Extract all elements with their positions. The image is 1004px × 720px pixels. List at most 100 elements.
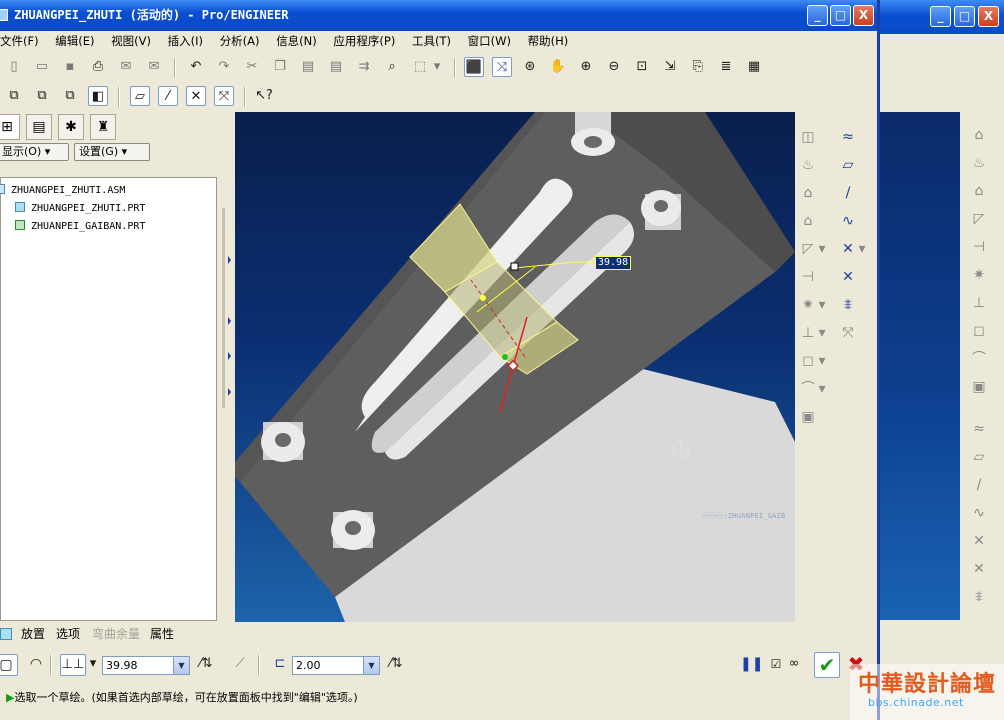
depth-option-icon[interactable]: ⊥⊥ bbox=[60, 654, 86, 676]
sketch-tool-icon[interactable]: ≈ bbox=[837, 126, 859, 148]
datum-planes-icon[interactable]: ▱ bbox=[130, 86, 150, 106]
flip-thickness-icon[interactable]: ⁄⇅ bbox=[386, 654, 406, 674]
layers-icon[interactable]: ≣ bbox=[716, 57, 736, 77]
zoom-in-icon[interactable]: ⊕ bbox=[576, 57, 596, 77]
chevron-down-icon[interactable]: ▼ bbox=[363, 657, 379, 674]
cut-icon[interactable]: ✂ bbox=[242, 57, 262, 77]
menu-file[interactable]: 文件(F) bbox=[0, 34, 39, 48]
spin-center-icon[interactable]: ⤨ bbox=[492, 57, 512, 77]
chevron-down-icon[interactable]: ▾ bbox=[817, 378, 827, 400]
remove-material-icon[interactable]: ⟋ bbox=[230, 654, 250, 674]
maximize-button[interactable]: □ bbox=[830, 5, 851, 26]
chevron-down-icon[interactable]: ▾ bbox=[432, 57, 442, 77]
unbend-icon[interactable]: ◸ bbox=[797, 238, 819, 260]
bg-tool-icon[interactable]: ⊥ bbox=[968, 292, 990, 314]
datum-axis-icon[interactable]: / bbox=[837, 182, 859, 204]
tab-options[interactable]: 选项 bbox=[56, 623, 80, 645]
bg-tool-icon[interactable]: ⊣ bbox=[968, 236, 990, 258]
analysis-icon[interactable]: ⩨ bbox=[837, 294, 859, 316]
refit-icon[interactable]: ⬛ bbox=[464, 57, 484, 77]
redo-icon[interactable]: ↷ bbox=[214, 57, 234, 77]
graphics-viewport[interactable]: 39.98 ㊀㊀㊀:ZHUANPEI_GAIB bbox=[235, 112, 795, 622]
copy-icon[interactable]: ❐ bbox=[270, 57, 290, 77]
tree-item-part[interactable]: ZHUANGPEI_ZHUTI.PRT bbox=[15, 201, 145, 217]
surface-type-icon[interactable]: ◠ bbox=[26, 654, 46, 674]
datum-plane-icon[interactable]: ▱ bbox=[837, 154, 859, 176]
show-dropdown[interactable]: 显示(O) ▾ bbox=[0, 143, 69, 161]
convert-icon[interactable]: ▣ bbox=[797, 406, 819, 428]
chevron-down-icon[interactable]: ▾ bbox=[88, 654, 98, 674]
flip-direction-icon[interactable]: ⁄⇅ bbox=[196, 654, 216, 674]
menu-edit[interactable]: 编辑(E) bbox=[55, 34, 94, 48]
datum-axes-icon[interactable]: ⁄ bbox=[158, 86, 178, 106]
bg-tool-icon[interactable]: ∿ bbox=[968, 502, 990, 524]
print-icon[interactable]: ⎙ bbox=[88, 57, 108, 77]
orient-mode-icon[interactable]: ⊛ bbox=[520, 57, 540, 77]
menu-insert[interactable]: 插入(I) bbox=[168, 34, 203, 48]
no-hidden-icon[interactable]: ⧉ bbox=[60, 86, 80, 106]
view-manager-icon[interactable]: ▦ bbox=[744, 57, 764, 77]
tab-properties[interactable]: 属性 bbox=[150, 623, 174, 645]
menu-info[interactable]: 信息(N) bbox=[276, 34, 317, 48]
send-link-icon[interactable]: ✉ bbox=[144, 57, 164, 77]
thickness-input[interactable]: 2.00 ▼ bbox=[292, 656, 380, 675]
tab-placement[interactable]: 放置 bbox=[21, 623, 45, 645]
wall-icon[interactable]: ◫ bbox=[797, 126, 819, 148]
bg-tool-icon[interactable]: ⌒ bbox=[968, 348, 990, 370]
bg-tool-icon[interactable]: ◸ bbox=[968, 208, 990, 230]
bg-tool-icon[interactable]: ♨ bbox=[968, 152, 990, 174]
bg-tool-icon[interactable]: ▣ bbox=[968, 376, 990, 398]
paste-special-icon[interactable]: ▤ bbox=[326, 57, 346, 77]
flatten-icon[interactable]: ⊥ bbox=[797, 322, 819, 344]
select-box-icon[interactable]: ⬚ bbox=[410, 57, 430, 77]
dimension-value[interactable]: 39.98 bbox=[595, 256, 632, 270]
menu-analysis[interactable]: 分析(A) bbox=[220, 34, 260, 48]
length-input[interactable]: 39.98 ▼ bbox=[102, 656, 190, 675]
coord-systems-icon[interactable]: ⤧ bbox=[214, 86, 234, 106]
reorient-icon[interactable]: ⇲ bbox=[660, 57, 680, 77]
chevron-down-icon[interactable]: ▾ bbox=[817, 238, 827, 260]
model-tree-tab-icon[interactable]: ⊞ bbox=[0, 114, 20, 140]
pan-hand-icon[interactable]: ✋ bbox=[548, 57, 568, 77]
bend-icon[interactable]: ⊣ bbox=[797, 266, 819, 288]
save-icon[interactable]: ▪ bbox=[60, 57, 80, 77]
extend-icon[interactable]: ⌂ bbox=[797, 210, 819, 232]
regenerate-icon[interactable]: ⇉ bbox=[354, 57, 374, 77]
bg-tool-icon[interactable]: ⌂ bbox=[968, 124, 990, 146]
menu-help[interactable]: 帮助(H) bbox=[528, 34, 569, 48]
datum-points-icon[interactable]: ✕ bbox=[186, 86, 206, 106]
minimize-button[interactable]: _ bbox=[807, 5, 828, 26]
bg-tool-icon[interactable]: ✕ bbox=[968, 558, 990, 580]
saved-views-icon[interactable]: ⎘ bbox=[688, 57, 708, 77]
zoom-out-icon[interactable]: ⊖ bbox=[604, 57, 624, 77]
tree-item-active-part[interactable]: ZHUANPEI_GAIBAN.PRT bbox=[15, 219, 145, 235]
bg-tool-icon[interactable]: ◻ bbox=[968, 320, 990, 342]
flat-wall-icon[interactable]: ♨ bbox=[797, 154, 819, 176]
menu-applications[interactable]: 应用程序(P) bbox=[333, 34, 395, 48]
send-mail-icon[interactable]: ✉ bbox=[116, 57, 136, 77]
preview-checkbox[interactable]: ☑ bbox=[766, 654, 786, 674]
chevron-down-icon[interactable]: ▼ bbox=[173, 657, 189, 674]
favorites-tab-icon[interactable]: ✱ bbox=[58, 114, 84, 140]
bg-tool-icon[interactable]: ✷ bbox=[968, 264, 990, 286]
chevron-down-icon[interactable]: ▾ bbox=[817, 350, 827, 372]
menu-window[interactable]: 窗口(W) bbox=[468, 34, 511, 48]
bg-tool-icon[interactable]: ≈ bbox=[968, 418, 990, 440]
undo-icon[interactable]: ↶ bbox=[186, 57, 206, 77]
bg-tool-icon[interactable]: ⌂ bbox=[968, 180, 990, 202]
background-window[interactable]: _ □ X ⌂ ♨ ⌂ ◸ ⊣ ✷ ⊥ ◻ ⌒ ▣ ≈ ▱ / ∿ ✕ ✕ ⩨ bbox=[876, 0, 1004, 720]
chevron-down-icon[interactable]: ▾ bbox=[817, 322, 827, 344]
bg-tool-icon[interactable]: ✕ bbox=[968, 530, 990, 552]
chevron-down-icon[interactable]: ▾ bbox=[817, 294, 827, 316]
close-button[interactable]: X bbox=[853, 5, 874, 26]
tree-item-assembly[interactable]: ZHUANGPEI_ZHUTI.ASM bbox=[0, 183, 125, 199]
menu-tools[interactable]: 工具(T) bbox=[412, 34, 451, 48]
shading-icon[interactable]: ◧ bbox=[88, 86, 108, 106]
panel-sash[interactable] bbox=[218, 112, 234, 622]
find-icon[interactable]: ⌕ bbox=[382, 57, 402, 77]
new-icon[interactable]: ▯ bbox=[4, 57, 24, 77]
hidden-line-icon[interactable]: ⧉ bbox=[32, 86, 52, 106]
bg-close-button[interactable]: X bbox=[978, 6, 999, 27]
datum-disabled-icon[interactable]: ⤧ bbox=[837, 322, 859, 344]
bg-tool-icon[interactable]: ⩨ bbox=[968, 586, 990, 608]
